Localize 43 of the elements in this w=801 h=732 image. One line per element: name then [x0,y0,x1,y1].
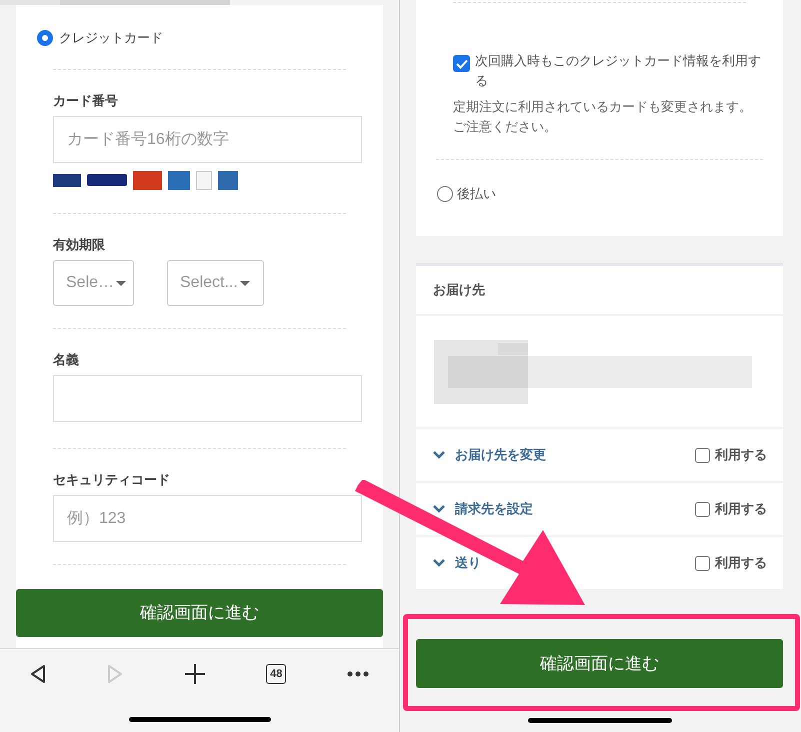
back-icon[interactable] [30,664,46,684]
field-label: カード番号 [53,92,119,110]
option-label: 送り [455,554,482,572]
note-text: 定期注文に利用されているカードも変更されます。ご注意ください。 [453,98,753,136]
checkbox-label: 利用する [715,554,767,572]
field-label: 名義 [53,351,80,369]
checkbox[interactable] [695,502,710,516]
option-row[interactable]: 請求先を設定 利用する [416,483,783,535]
checkbox-label: 利用する [715,500,767,518]
card-logo-icon [133,170,162,190]
tab-count-button[interactable]: 48 [266,664,286,684]
card-logo-icon [196,170,212,190]
plus-icon[interactable] [184,663,206,685]
checkbox-label: 利用する [715,446,767,464]
more-icon[interactable] [347,671,369,677]
chevron-icon [433,451,445,459]
caret-icon [240,280,250,286]
option-label: 請求先を設定 [455,500,534,518]
field-label: 有効期限 [53,236,106,254]
chevron-icon [433,505,445,513]
checkbox-label: 次回購入時もこのクレジットカード情報を利用する [475,52,762,90]
input-field[interactable]: 例）123 [53,495,362,542]
checkbox[interactable] [453,55,470,72]
card-logo-icon [168,170,190,190]
submit-button[interactable]: 確認画面に進む [16,589,383,637]
radio-label: クレジットカード [59,29,163,48]
submit-button[interactable]: 確認画面に進む [416,639,783,688]
section-title: お届け先 [433,281,485,300]
field-label: セキュリティコード [53,471,171,489]
input-field[interactable] [53,375,362,422]
caret-icon [116,280,126,286]
radio-button[interactable] [437,186,453,202]
checkbox[interactable] [695,556,710,570]
option-label: お届け先を変更 [455,446,547,464]
chevron-icon [433,559,445,567]
radio-button[interactable] [37,30,53,46]
input-field[interactable]: カード番号16桁の数字 [53,116,362,163]
radio-label: 後払い [457,185,496,203]
card-logo-icon [87,174,127,186]
option-row[interactable]: お届け先を変更 利用する [416,429,783,481]
card-logo-icon [218,170,238,190]
checkbox[interactable] [695,448,710,462]
card-logo-icon [53,174,81,186]
